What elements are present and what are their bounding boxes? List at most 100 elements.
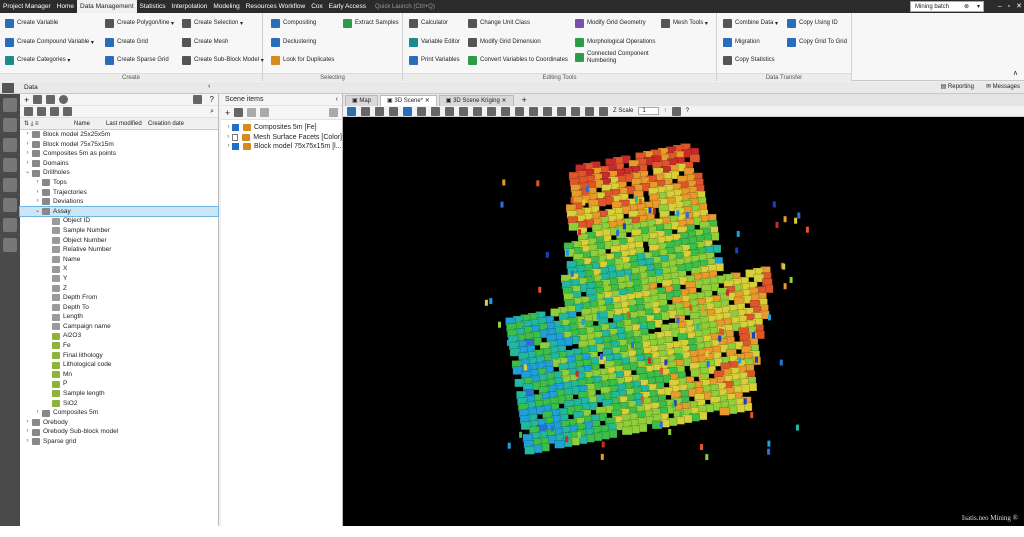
camera-icon[interactable] — [585, 106, 594, 116]
modify-grid-dimension-button[interactable]: Modify Grid Dimension — [468, 36, 541, 48]
rotate-icon[interactable] — [473, 106, 482, 116]
menu-statistics[interactable]: Statistics — [137, 0, 169, 13]
tree-item[interactable]: › Deviations — [20, 197, 218, 207]
tree-item[interactable]: Campaign name — [20, 322, 218, 332]
messages-button[interactable]: ✉ Messages — [986, 83, 1020, 90]
expand-icon[interactable]: › — [24, 159, 31, 169]
morphological-operations-button[interactable]: Morphological Operations — [575, 36, 655, 48]
tree-item[interactable]: Sample Number — [20, 226, 218, 236]
visibility-checkbox[interactable] — [231, 133, 239, 141]
grid-view-icon[interactable] — [3, 198, 17, 212]
tree-item[interactable]: P — [20, 379, 218, 389]
workflow-icon[interactable] — [3, 118, 17, 132]
expand-icon[interactable]: › — [34, 178, 41, 188]
column-name[interactable]: Name — [74, 121, 106, 127]
help-icon[interactable]: ? — [210, 95, 214, 104]
create-grid-button[interactable]: Create Grid — [105, 36, 148, 48]
expand-icon[interactable]: › — [24, 140, 31, 150]
collapse-ribbon-icon[interactable]: ∧ — [1013, 69, 1018, 77]
compositing-button[interactable]: Compositing — [271, 17, 316, 29]
expand-icon[interactable]: ⌄ — [24, 168, 31, 178]
expand-icon[interactable]: › — [225, 133, 232, 143]
expand-icon[interactable]: › — [225, 123, 232, 133]
migration-button[interactable]: Migration — [723, 36, 760, 48]
change-unit-class-button[interactable]: Change Unit Class — [468, 17, 530, 29]
variable-editor-button[interactable]: Variable Editor — [409, 36, 460, 48]
tree-item[interactable]: Depth To — [20, 303, 218, 313]
menu-modeling[interactable]: Modeling — [210, 0, 242, 13]
tree-item[interactable]: Z — [20, 284, 218, 294]
delete-scene-item-icon[interactable] — [329, 108, 338, 117]
expand-icon[interactable]: › — [34, 408, 41, 418]
tree-item[interactable]: Relative Number — [20, 245, 218, 255]
tree-item[interactable]: Fe — [20, 341, 218, 351]
tree-item[interactable]: Name — [20, 255, 218, 265]
arrow-up-icon[interactable]: ↑ — [664, 108, 667, 114]
create-categories-button[interactable]: Create Categories ▾ — [5, 54, 70, 66]
tree-view-icon[interactable] — [37, 107, 46, 116]
view-top-icon[interactable] — [501, 106, 510, 116]
minimize-icon[interactable]: – — [998, 0, 1002, 13]
help-view-icon[interactable]: ? — [686, 108, 689, 114]
color-icon[interactable] — [599, 106, 608, 116]
tree-item[interactable]: Lithological code — [20, 360, 218, 370]
modify-grid-geometry-button[interactable]: Modify Grid Geometry — [575, 17, 646, 29]
database-icon[interactable] — [50, 107, 59, 116]
menu-resources-workflow[interactable]: Resources Workflow — [243, 0, 308, 13]
table-icon[interactable] — [3, 178, 17, 192]
tree-item[interactable]: ⌄ Assay — [19, 205, 219, 218]
tree-item[interactable]: Final lithology — [20, 351, 218, 361]
chevron-down-icon[interactable]: ▾ — [977, 2, 980, 13]
section-icon[interactable] — [571, 106, 580, 116]
import-icon[interactable] — [33, 95, 43, 104]
save-view-icon[interactable] — [361, 106, 370, 116]
tree-item[interactable]: Al2O3 — [20, 331, 218, 341]
tree-item[interactable]: ⌄ Drillholes — [20, 168, 218, 178]
data-explorer-icon[interactable] — [3, 98, 17, 112]
settings-icon[interactable] — [389, 106, 398, 116]
convert-variables-button[interactable]: Convert Variables to Coordinates — [468, 54, 568, 66]
tree-item[interactable]: Length — [20, 312, 218, 322]
expand-icon[interactable]: › — [225, 142, 232, 152]
create-compound-variable-button[interactable]: Create Compound Variable ▾ — [5, 36, 94, 48]
style-icon[interactable] — [260, 108, 270, 117]
expand-icon[interactable]: › — [34, 197, 41, 207]
copy-grid-to-grid-button[interactable]: Copy Grid To Grid — [787, 36, 847, 48]
menu-cox[interactable]: Cox — [308, 0, 326, 13]
collapse-scene-icon[interactable]: ‹ — [336, 96, 338, 103]
look-for-duplicates-button[interactable]: Look for Duplicates — [271, 54, 334, 66]
tree-item[interactable]: › Domains — [20, 159, 218, 169]
tab-3d-scene-kriging[interactable]: ▣ 3D Scene Kriging ✕ — [438, 95, 514, 106]
tree-item[interactable]: › Composites 5m as points — [20, 149, 218, 159]
tree-item[interactable]: Object Number — [20, 236, 218, 246]
view-side-icon[interactable] — [529, 106, 538, 116]
history-icon[interactable] — [3, 218, 17, 232]
tree-item[interactable]: › Sparse grid — [20, 437, 218, 447]
expand-icon[interactable]: › — [24, 130, 31, 140]
tree-item[interactable]: Mn — [20, 370, 218, 380]
axis-icon[interactable] — [487, 106, 496, 116]
select-icon[interactable] — [417, 106, 426, 116]
trash-icon[interactable] — [192, 95, 202, 104]
tree-item[interactable]: › Orebody Sub-block model — [20, 427, 218, 437]
close-icon[interactable]: ⊗ — [964, 2, 969, 13]
info-icon[interactable] — [59, 95, 69, 104]
expand-icon[interactable]: › — [24, 418, 31, 428]
extract-samples-button[interactable]: Extract Samples — [343, 17, 399, 29]
expand-icon[interactable]: ⌄ — [34, 207, 41, 217]
export-icon[interactable] — [375, 106, 384, 116]
sort-icons[interactable]: ⇅ ⤓ ≡ — [20, 120, 74, 128]
add-layer-icon[interactable] — [234, 108, 244, 117]
view-front-icon[interactable] — [515, 106, 524, 116]
3d-scene-canvas[interactable]: Isatis.neo Mining ® — [343, 117, 1024, 526]
mesh-tools-button[interactable]: Mesh Tools ▾ — [661, 17, 708, 29]
connected-component-numbering-button[interactable]: Connected Component Numbering — [575, 51, 653, 69]
create-sub-block-model-button[interactable]: Create Sub-Block Model ▾ — [182, 54, 264, 66]
filter-icon[interactable] — [46, 95, 56, 104]
quick-launch-input[interactable]: Quick Launch (Ctrl+Q) — [375, 4, 435, 10]
combine-data-button[interactable]: Combine Data ▾ — [723, 17, 778, 29]
create-sparse-grid-button[interactable]: Create Sparse Grid — [105, 54, 169, 66]
scene-item[interactable]: › Mesh Surface Facets [Color] — [221, 133, 342, 143]
statistics-icon[interactable] — [3, 138, 17, 152]
menu-interpolation[interactable]: Interpolation — [169, 0, 211, 13]
